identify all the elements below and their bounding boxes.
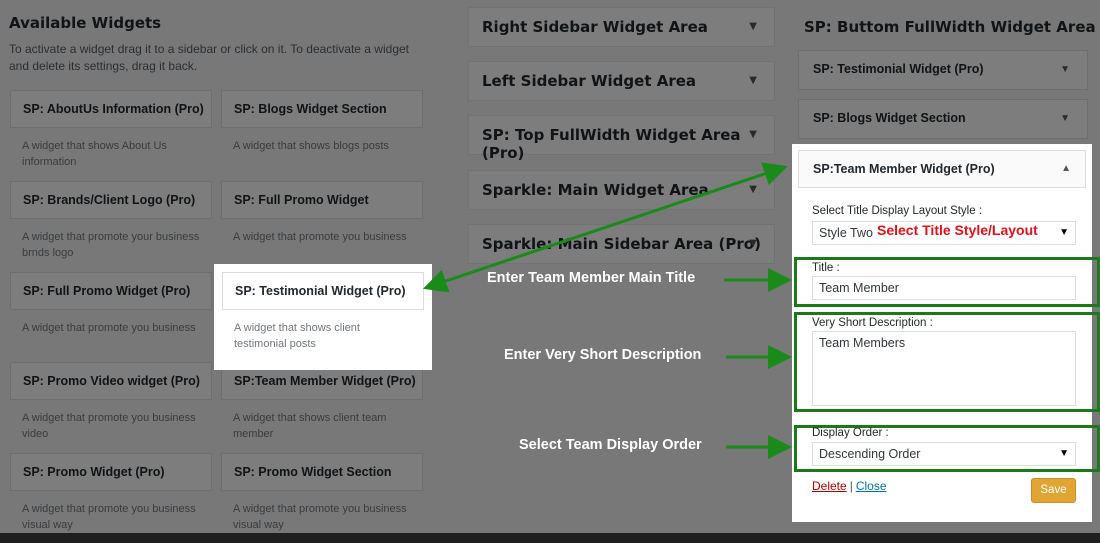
widget-description: A widget that promote you business visua… xyxy=(22,503,196,531)
widget-title[interactable]: SP: Testimonial Widget (Pro) xyxy=(222,272,424,310)
dropdown-arrow-icon: ▼ xyxy=(1059,448,1069,459)
caret-down-icon[interactable]: ▼ xyxy=(749,21,757,32)
widget-description: A widget that promote you business visua… xyxy=(233,503,407,531)
layout-style-label: Select Title Display Layout Style : xyxy=(812,205,983,217)
area-left-sidebar[interactable]: Left Sidebar Widget Area ▼ xyxy=(468,61,775,101)
caret-up-icon[interactable]: ▲ xyxy=(1061,163,1071,174)
description-textarea[interactable]: Team Members xyxy=(812,331,1076,406)
description-annotation: Enter Very Short Description xyxy=(504,347,702,363)
bottom-area-title[interactable]: SP: Buttom FullWidth Widget Area (Prộ) xyxy=(804,18,1100,36)
widget-aboutus[interactable]: SP: AboutUs Information (Pro) A widget t… xyxy=(10,90,212,180)
widget-team-member[interactable]: SP:Team Member Widget (Pro) A widget tha… xyxy=(221,362,423,452)
save-button[interactable]: Save xyxy=(1031,478,1076,503)
widget-description: A widget that promote your business brnd… xyxy=(22,231,200,259)
widget-full-promo-pro[interactable]: SP: Full Promo Widget (Pro) A widget tha… xyxy=(10,272,212,346)
widget-brands[interactable]: SP: Brands/Client Logo (Pro) A widget th… xyxy=(10,181,212,271)
widget-title: SP:Team Member Widget (Pro) xyxy=(813,162,995,176)
title-label: Title : xyxy=(812,262,840,274)
link-separator: | xyxy=(849,479,853,493)
widget-title: SP: Blogs Widget Section xyxy=(813,111,966,125)
caret-down-icon[interactable]: ▼ xyxy=(1060,113,1070,124)
caret-down-icon[interactable]: ▼ xyxy=(749,238,757,249)
widget-description: A widget that shows client team member xyxy=(233,412,387,440)
widget-description: A widget that promote you business video xyxy=(22,412,196,440)
widget-promo-section[interactable]: SP: Promo Widget Section A widget that p… xyxy=(221,453,423,543)
widget-title[interactable]: SP: Promo Widget (Pro) xyxy=(10,453,212,491)
area-widget-testimonial[interactable]: SP: Testimonial Widget (Pro) ▼ xyxy=(798,50,1088,90)
order-annotation: Select Team Display Order xyxy=(519,437,702,453)
close-link[interactable]: Close xyxy=(856,479,887,493)
caret-down-icon[interactable]: ▼ xyxy=(749,75,757,86)
widget-actions: Delete | Close xyxy=(812,479,887,493)
delete-link[interactable]: Delete xyxy=(812,479,847,493)
widget-title[interactable]: SP: Full Promo Widget (Pro) xyxy=(10,272,212,310)
widget-title[interactable]: SP: Blogs Widget Section xyxy=(221,90,423,128)
available-widgets-title: Available Widgets xyxy=(9,14,162,32)
display-order-value: Descending Order xyxy=(819,447,921,461)
available-widgets-description: To activate a widget drag it to a sideba… xyxy=(9,42,409,73)
layout-style-value: Style Two xyxy=(819,226,873,240)
dropdown-arrow-icon: ▼ xyxy=(1059,227,1069,238)
area-title: SP: Top FullWidth Widget Area (Pro) xyxy=(482,126,741,162)
caret-down-icon[interactable]: ▼ xyxy=(749,129,757,140)
display-order-select[interactable]: Descending Order ▼ xyxy=(812,442,1076,466)
widget-title[interactable]: SP: Full Promo Widget xyxy=(221,181,423,219)
widget-description: A widget that shows About Us information xyxy=(22,140,167,168)
area-title: Sparkle: Main Sidebar Area (Pro) xyxy=(482,235,761,253)
widget-blogs[interactable]: SP: Blogs Widget Section A widget that s… xyxy=(221,90,423,164)
title-input[interactable]: Team Member xyxy=(812,276,1076,300)
widget-description: A widget that shows blogs posts xyxy=(233,140,389,152)
display-order-label: Display Order : xyxy=(812,427,889,439)
area-widget-blogs[interactable]: SP: Blogs Widget Section ▼ xyxy=(798,99,1088,139)
team-member-widget-panel: SP:Team Member Widget (Pro) ▲ Select Tit… xyxy=(792,144,1100,522)
widget-title[interactable]: SP: Brands/Client Logo (Pro) xyxy=(10,181,212,219)
area-right-sidebar[interactable]: Right Sidebar Widget Area ▼ xyxy=(468,7,775,47)
area-top-fullwidth[interactable]: SP: Top FullWidth Widget Area (Pro) ▼ xyxy=(468,115,775,162)
widget-promo-video[interactable]: SP: Promo Video widget (Pro) A widget th… xyxy=(10,362,212,452)
area-title: Sparkle: Main Widget Area xyxy=(482,181,709,199)
widget-full-promo[interactable]: SP: Full Promo Widget A widget that prom… xyxy=(221,181,423,255)
area-title: Left Sidebar Widget Area xyxy=(482,72,697,90)
widget-promo[interactable]: SP: Promo Widget (Pro) A widget that pro… xyxy=(10,453,212,543)
title-annotation: Enter Team Member Main Title xyxy=(487,270,696,286)
layout-annotation: Select Title Style/Layout xyxy=(877,222,1038,238)
widget-testimonial-highlighted[interactable]: SP: Testimonial Widget (Pro) A widget th… xyxy=(214,264,432,370)
widget-description: A widget that promote you business xyxy=(22,322,196,334)
widget-title[interactable]: SP: Promo Video widget (Pro) xyxy=(10,362,212,400)
widget-title: SP: Testimonial Widget (Pro) xyxy=(813,62,984,76)
team-member-widget-header[interactable]: SP:Team Member Widget (Pro) ▲ xyxy=(798,150,1086,188)
widget-description: A widget that shows client testimonial p… xyxy=(234,322,360,350)
widget-description: A widget that promote you business xyxy=(233,231,407,243)
area-title: Right Sidebar Widget Area xyxy=(482,18,708,36)
widget-title[interactable]: SP: Promo Widget Section xyxy=(221,453,423,491)
area-main-sidebar[interactable]: Sparkle: Main Sidebar Area (Pro) ▼ xyxy=(468,224,775,264)
area-main-widget[interactable]: Sparkle: Main Widget Area ▼ xyxy=(468,170,775,210)
caret-down-icon[interactable]: ▼ xyxy=(1060,64,1070,75)
description-label: Very Short Description : xyxy=(812,317,933,329)
widget-title[interactable]: SP: AboutUs Information (Pro) xyxy=(10,90,212,128)
caret-down-icon[interactable]: ▼ xyxy=(749,184,757,195)
